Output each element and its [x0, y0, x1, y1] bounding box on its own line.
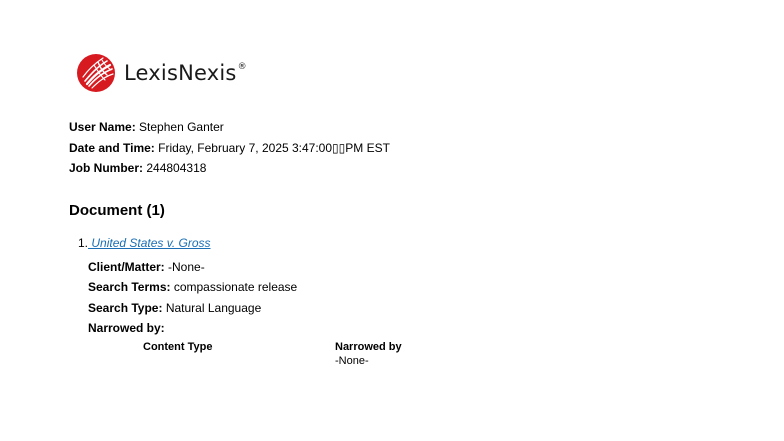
user-name-row: User Name: Stephen Ganter	[69, 117, 390, 138]
date-time-row: Date and Time: Friday, February 7, 2025 …	[69, 138, 390, 159]
narrowed-by-label: Narrowed by:	[88, 321, 165, 335]
client-matter-row: Client/Matter: -None-	[88, 257, 205, 278]
client-matter-value: -None-	[168, 259, 205, 274]
document-page: LexisNexis® User Name: Stephen Ganter Da…	[0, 0, 784, 441]
brand-name: LexisNexis®	[124, 61, 247, 85]
document-title-link[interactable]: United States v. Gross	[88, 236, 210, 250]
document-list-item: 1. United States v. Gross	[78, 236, 211, 250]
user-name-label: User Name:	[69, 120, 136, 134]
date-time-value: Friday, February 7, 2025 3:47:00▯▯PM EST	[158, 140, 390, 155]
document-heading: Document (1)	[69, 202, 165, 219]
job-number-value: 244804318	[146, 161, 207, 175]
narrowed-by-row: Narrowed by:	[88, 318, 297, 339]
job-metadata: User Name: Stephen Ganter Date and Time:…	[69, 117, 390, 179]
client-matter-label: Client/Matter:	[88, 259, 165, 274]
search-type-row: Search Type: Natural Language	[88, 298, 297, 319]
narrowed-by-header: Narrowed by	[335, 341, 402, 353]
search-terms-label: Search Terms:	[88, 280, 171, 294]
document-item-number: 1.	[78, 236, 89, 250]
search-terms-value: compassionate release	[173, 280, 298, 294]
job-number-row: Job Number: 244804318	[69, 158, 390, 179]
narrowed-by-value: -None-	[335, 355, 369, 367]
job-number-label: Job Number:	[69, 161, 144, 175]
document-details: Client/Matter: -None- Search Terms: comp…	[88, 260, 297, 339]
lexisnexis-logo: LexisNexis®	[76, 52, 247, 94]
search-type-label: Search Type:	[88, 300, 163, 315]
registered-mark: ®	[237, 62, 247, 72]
date-time-label: Date and Time:	[69, 140, 155, 155]
search-type-value: Natural Language	[165, 300, 262, 315]
user-name-value: Stephen Ganter	[139, 120, 224, 134]
lexisnexis-globe-icon	[77, 54, 115, 92]
content-type-header: Content Type	[143, 341, 213, 353]
search-terms-row: Search Terms: compassionate release	[88, 277, 297, 298]
